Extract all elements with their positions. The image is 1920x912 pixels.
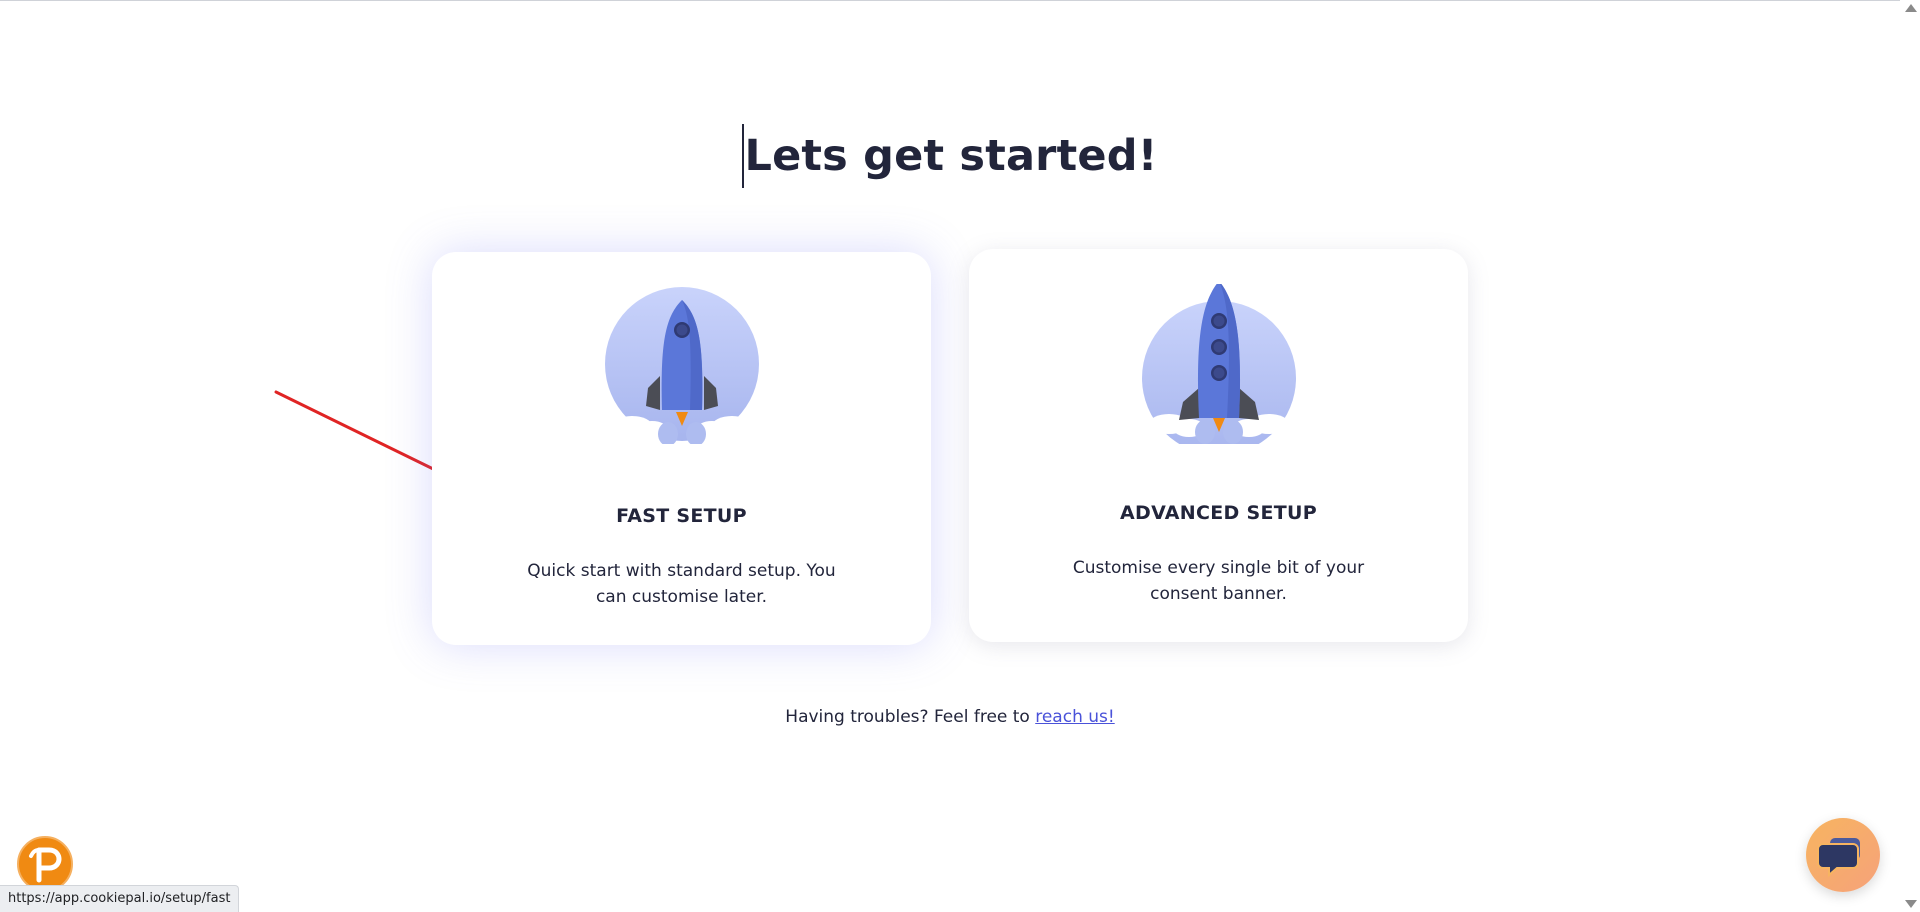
page-title: Lets get started!: [742, 124, 1157, 188]
fast-setup-title: FAST SETUP: [616, 505, 747, 527]
help-prefix: Having troubles? Feel free to: [785, 707, 1036, 727]
fast-setup-description: Quick start with standard setup. You can…: [527, 561, 836, 607]
top-border: [0, 0, 1900, 1]
help-text: Having troubles? Feel free to reach us!: [0, 707, 1900, 727]
page: Lets get started! FAST SETUP Quick start…: [0, 0, 1920, 912]
advanced-setup-card[interactable]: ADVANCED SETUP Customise every single bi…: [969, 249, 1468, 642]
status-bar-url: https://app.cookiepal.io/setup/fast: [0, 885, 240, 912]
cookiepal-p-icon[interactable]: [17, 836, 73, 892]
scroll-down-icon[interactable]: [1905, 900, 1917, 908]
rocket-small-icon: [602, 284, 762, 446]
scrollbar[interactable]: [1901, 0, 1920, 912]
advanced-setup-title: ADVANCED SETUP: [1120, 502, 1317, 524]
fast-setup-card[interactable]: FAST SETUP Quick start with standard set…: [432, 252, 931, 645]
title-wrapper: Lets get started!: [0, 124, 1900, 188]
rocket-large-icon: [1139, 281, 1299, 455]
chat-button[interactable]: [1806, 818, 1880, 892]
reach-us-link[interactable]: reach us!: [1035, 707, 1114, 727]
chat-bubbles-icon: [1817, 838, 1860, 878]
scroll-up-icon[interactable]: [1905, 4, 1917, 12]
advanced-setup-description: Customise every single bit of your conse…: [1072, 558, 1365, 604]
